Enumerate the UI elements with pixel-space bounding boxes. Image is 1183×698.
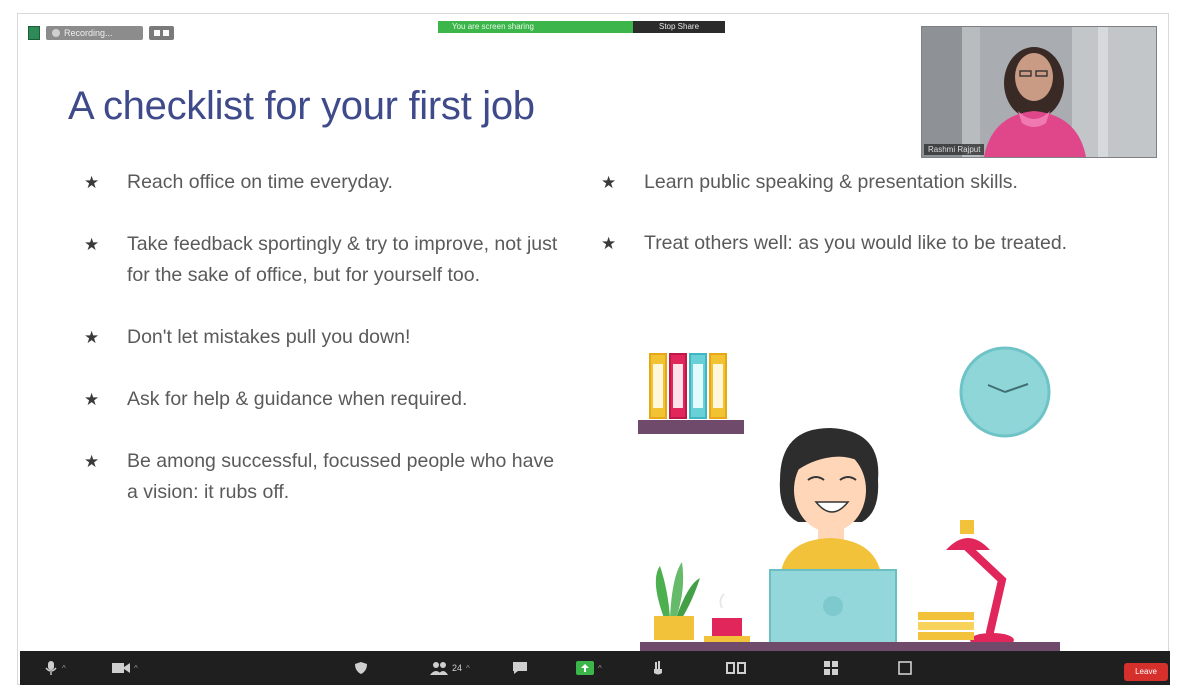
recording-controls[interactable]: [148, 26, 174, 40]
list-item: ★ Don't let mistakes pull you down!: [84, 322, 564, 353]
star-icon: ★: [84, 235, 100, 254]
chat-button[interactable]: [512, 658, 528, 678]
chevron-up-icon[interactable]: ^: [134, 664, 138, 673]
bullet-text: Learn public speaking & presentation ski…: [644, 171, 1018, 193]
shield-icon: [355, 662, 367, 674]
participants-icon: [430, 662, 448, 675]
desk-illustration: [638, 346, 1060, 652]
recording-indicator: Recording...: [46, 26, 143, 40]
laptop-icon: [769, 569, 897, 647]
plant-icon: [654, 562, 700, 640]
left-bullet-list: ★ Reach office on time everyday. ★ Take fe…: [84, 167, 564, 508]
bullet-text: Reach office on time everyday.: [127, 171, 393, 193]
meeting-toolbar: ^ ^ 24 ^ ^: [20, 651, 1170, 685]
expand-icon: [898, 661, 912, 675]
list-item: ★ Be among successful, focussed people wh…: [84, 446, 564, 508]
chevron-up-icon[interactable]: ^: [62, 664, 66, 673]
participants-button[interactable]: 24 ^: [430, 658, 470, 678]
mug-icon: [704, 593, 750, 642]
participant-video-tile[interactable]: Rashmi Rajput: [921, 26, 1157, 158]
list-item: ★ Take feedback sportingly & try to impro…: [84, 229, 564, 291]
camera-icon: [112, 663, 130, 673]
star-icon: ★: [601, 234, 617, 253]
clock-icon: [959, 346, 1051, 438]
bullet-text: Treat others well: as you would like to …: [644, 232, 1068, 254]
share-screen-icon: [576, 661, 594, 675]
chevron-up-icon[interactable]: ^: [598, 664, 602, 673]
participant-video-feed: [922, 27, 1156, 157]
grid-icon: [824, 661, 838, 675]
woman-illustration: [779, 428, 882, 580]
app-icon: [28, 26, 40, 40]
recording-status-bar: Recording...: [28, 24, 174, 42]
star-icon: ★: [84, 452, 100, 471]
screen-share-banner: You are screen sharing Stop Share: [438, 20, 725, 34]
share-screen-button[interactable]: ^: [576, 658, 602, 678]
participant-name: Rashmi Rajput: [924, 144, 985, 155]
stop-recording-icon[interactable]: [162, 30, 169, 36]
gallery-view-icon: [726, 662, 746, 674]
chevron-up-icon[interactable]: ^: [466, 664, 470, 673]
leave-meeting-button[interactable]: Leave: [1124, 663, 1168, 681]
security-button[interactable]: [354, 658, 368, 678]
hand-icon: [654, 661, 662, 675]
sharing-status: You are screen sharing: [438, 21, 633, 33]
list-item: ★ Ask for help & guidance when required.: [84, 384, 564, 415]
video-button[interactable]: ^: [112, 658, 138, 678]
star-icon: ★: [601, 173, 617, 192]
recording-label: Recording...: [64, 28, 113, 38]
mute-button[interactable]: ^: [44, 658, 66, 678]
list-item: ★ Treat others well: as you would like to…: [601, 228, 1071, 259]
books-stack-icon: [918, 612, 974, 640]
slide-title: A checklist for your first job: [68, 84, 535, 128]
list-item: ★ Learn public speaking & presentation sk…: [601, 167, 1071, 198]
right-bullet-list: ★ Learn public speaking & presentation sk…: [601, 167, 1071, 259]
participants-count: 24: [452, 663, 463, 673]
more-button[interactable]: [898, 658, 912, 678]
bullet-text: Be among successful, focussed people who…: [127, 450, 555, 503]
bullet-text: Take feedback sportingly & try to improv…: [127, 233, 558, 286]
bullet-text: Don't let mistakes pull you down!: [127, 326, 411, 348]
binders-shelf: [638, 353, 744, 434]
microphone-icon: [45, 661, 57, 675]
apps-button[interactable]: [824, 658, 838, 678]
gallery-view-button[interactable]: [726, 658, 746, 678]
record-icon: [52, 29, 60, 37]
list-item: ★ Reach office on time everyday.: [84, 167, 564, 198]
star-icon: ★: [84, 390, 100, 409]
record-button[interactable]: [652, 658, 664, 678]
star-icon: ★: [84, 173, 100, 192]
pause-recording-icon[interactable]: [153, 30, 160, 36]
chat-icon: [513, 662, 527, 674]
bullet-text: Ask for help & guidance when required.: [127, 388, 468, 410]
stop-share-button[interactable]: Stop Share: [633, 21, 725, 33]
star-icon: ★: [84, 328, 100, 347]
